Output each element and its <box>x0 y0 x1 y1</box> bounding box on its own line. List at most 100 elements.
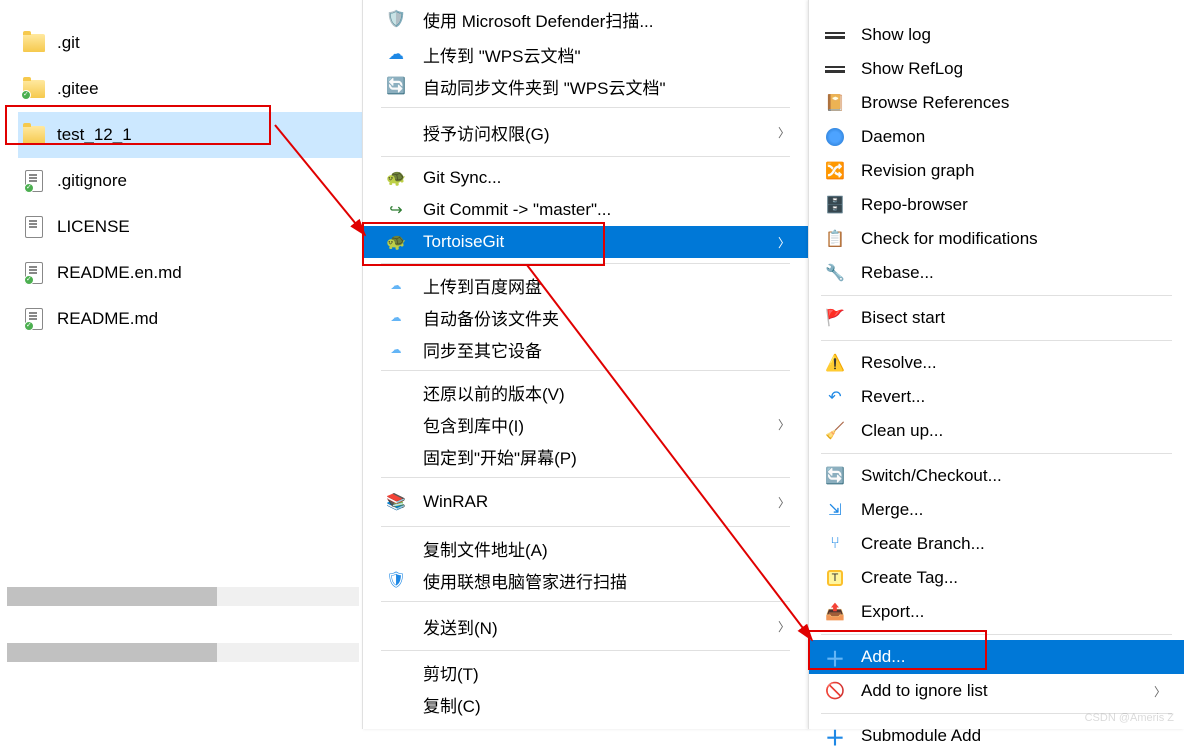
file-item-test121[interactable]: test_12_1 <box>18 112 362 158</box>
globe-icon <box>823 125 847 149</box>
scrollbar-track[interactable] <box>7 643 359 662</box>
winrar-icon: 📚 <box>383 489 409 515</box>
submenu-bisect[interactable]: 🚩Bisect start <box>809 301 1184 335</box>
submenu-repo-browser[interactable]: 🗄️Repo-browser <box>809 188 1184 222</box>
file-name: test_12_1 <box>57 125 132 145</box>
folder-icon <box>23 124 45 146</box>
submenu-switch[interactable]: 🔄Switch/Checkout... <box>809 459 1184 493</box>
file-item-readme[interactable]: README.md <box>18 296 362 342</box>
references-icon: 📔 <box>823 91 847 115</box>
shield-icon: 🛡️ <box>383 6 409 32</box>
menu-separator <box>381 650 790 651</box>
menu-restore-version[interactable]: 还原以前的版本(V) <box>363 376 808 408</box>
submenu-check-mod[interactable]: 📋Check for modifications <box>809 222 1184 256</box>
menu-separator <box>381 526 790 527</box>
branch-icon: ⑂ <box>823 532 847 556</box>
file-name: LICENSE <box>57 217 130 237</box>
switch-icon: 🔄 <box>823 464 847 488</box>
file-name: .git <box>57 33 80 53</box>
submenu-export[interactable]: 📤Export... <box>809 595 1184 629</box>
menu-cut[interactable]: 剪切(T) <box>363 656 808 688</box>
file-item-license[interactable]: LICENSE <box>18 204 362 250</box>
merge-icon: ⇲ <box>823 498 847 522</box>
submenu-revision-graph[interactable]: 🔀Revision graph <box>809 154 1184 188</box>
menu-baidu-sync[interactable]: ☁ 同步至其它设备 <box>363 333 808 365</box>
menu-separator <box>821 295 1172 296</box>
submenu-create-branch[interactable]: ⑂Create Branch... <box>809 527 1184 561</box>
menu-copy-address[interactable]: 复制文件地址(A) <box>363 532 808 564</box>
menu-wps-upload[interactable]: ☁ 上传到 "WPS云文档" <box>363 38 808 70</box>
file-name: README.md <box>57 309 158 329</box>
menu-send-to[interactable]: 发送到(N) 〉 <box>363 607 808 645</box>
chevron-right-icon: 〉 <box>778 416 790 433</box>
file-name: README.en.md <box>57 263 182 283</box>
submenu-show-log[interactable]: Show log <box>809 18 1184 52</box>
submenu-show-reflog[interactable]: Show RefLog <box>809 52 1184 86</box>
submenu-add-ignore[interactable]: 🚫Add to ignore list〉 <box>809 674 1184 708</box>
tag-icon: T <box>823 566 847 590</box>
menu-git-commit[interactable]: ↪ Git Commit -> "master"... <box>363 194 808 226</box>
sync-icon: 🔄 <box>383 73 409 99</box>
file-item-git[interactable]: .git <box>18 20 362 66</box>
menu-wps-sync[interactable]: 🔄 自动同步文件夹到 "WPS云文档" <box>363 70 808 102</box>
submenu-browse-ref[interactable]: 📔Browse References <box>809 86 1184 120</box>
menu-lenovo-scan[interactable]: 🛡 使用联想电脑管家进行扫描 <box>363 564 808 596</box>
menu-separator <box>381 370 790 371</box>
chevron-right-icon: 〉 <box>778 124 790 141</box>
chevron-right-icon: 〉 <box>778 494 790 511</box>
file-item-gitignore[interactable]: .gitignore <box>18 158 362 204</box>
reflog-icon <box>823 57 847 81</box>
repo-icon: 🗄️ <box>823 193 847 217</box>
submenu-daemon[interactable]: Daemon <box>809 120 1184 154</box>
menu-separator <box>821 634 1172 635</box>
ignore-icon: 🚫 <box>823 679 847 703</box>
git-sync-icon: 🐢 <box>383 165 409 191</box>
file-item-gitee[interactable]: .gitee <box>18 66 362 112</box>
cleanup-icon: 🧹 <box>823 419 847 443</box>
bisect-icon: 🚩 <box>823 306 847 330</box>
file-icon <box>23 308 45 330</box>
chevron-right-icon: 〉 <box>778 618 790 635</box>
menu-defender-scan[interactable]: 🛡️ 使用 Microsoft Defender扫描... <box>363 0 808 38</box>
menu-tortoisegit[interactable]: 🐢 TortoiseGit 〉 <box>363 226 808 258</box>
menu-baidu-upload[interactable]: ☁ 上传到百度网盘 <box>363 269 808 301</box>
submenu-resolve[interactable]: ⚠️Resolve... <box>809 346 1184 380</box>
file-icon <box>23 170 45 192</box>
submenu-revert[interactable]: ↶Revert... <box>809 380 1184 414</box>
menu-pin-start[interactable]: 固定到"开始"屏幕(P) <box>363 440 808 472</box>
menu-baidu-backup[interactable]: ☁ 自动备份该文件夹 <box>363 301 808 333</box>
file-item-readme-en[interactable]: README.en.md <box>18 250 362 296</box>
submenu-submodule-add[interactable]: ＋Submodule Add <box>809 719 1184 753</box>
folder-icon <box>23 78 45 100</box>
menu-git-sync[interactable]: 🐢 Git Sync... <box>363 162 808 194</box>
rebase-icon: 🔧 <box>823 261 847 285</box>
lenovo-shield-icon: 🛡 <box>383 567 409 593</box>
submenu-create-tag[interactable]: TCreate Tag... <box>809 561 1184 595</box>
context-menu: 🛡️ 使用 Microsoft Defender扫描... ☁ 上传到 "WPS… <box>362 0 808 729</box>
submenu-merge[interactable]: ⇲Merge... <box>809 493 1184 527</box>
backup-icon: ☁ <box>383 304 409 330</box>
cloud-icon: ☁ <box>383 272 409 298</box>
menu-winrar[interactable]: 📚 WinRAR 〉 <box>363 483 808 521</box>
add-icon: ＋ <box>823 645 847 669</box>
file-name: .gitignore <box>57 171 127 191</box>
chevron-right-icon: 〉 <box>778 234 790 251</box>
submenu-add[interactable]: ＋Add... <box>809 640 1184 674</box>
menu-copy[interactable]: 复制(C) <box>363 688 808 720</box>
export-icon: 📤 <box>823 600 847 624</box>
file-icon <box>23 216 45 238</box>
sync-devices-icon: ☁ <box>383 336 409 362</box>
menu-grant-access[interactable]: 授予访问权限(G) 〉 <box>363 113 808 151</box>
scrollbar-track[interactable] <box>7 587 359 606</box>
menu-include-library[interactable]: 包含到库中(I) 〉 <box>363 408 808 440</box>
file-list-pane: .git .gitee test_12_1 .gitignore LICENSE… <box>0 0 362 729</box>
cloud-upload-icon: ☁ <box>383 41 409 67</box>
file-icon <box>23 262 45 284</box>
watermark: CSDN @Ameris Z <box>1085 712 1174 724</box>
resolve-icon: ⚠️ <box>823 351 847 375</box>
chevron-right-icon: 〉 <box>1154 683 1166 700</box>
check-mod-icon: 📋 <box>823 227 847 251</box>
submenu-rebase[interactable]: 🔧Rebase... <box>809 256 1184 290</box>
submenu-cleanup[interactable]: 🧹Clean up... <box>809 414 1184 448</box>
folder-icon <box>23 32 45 54</box>
